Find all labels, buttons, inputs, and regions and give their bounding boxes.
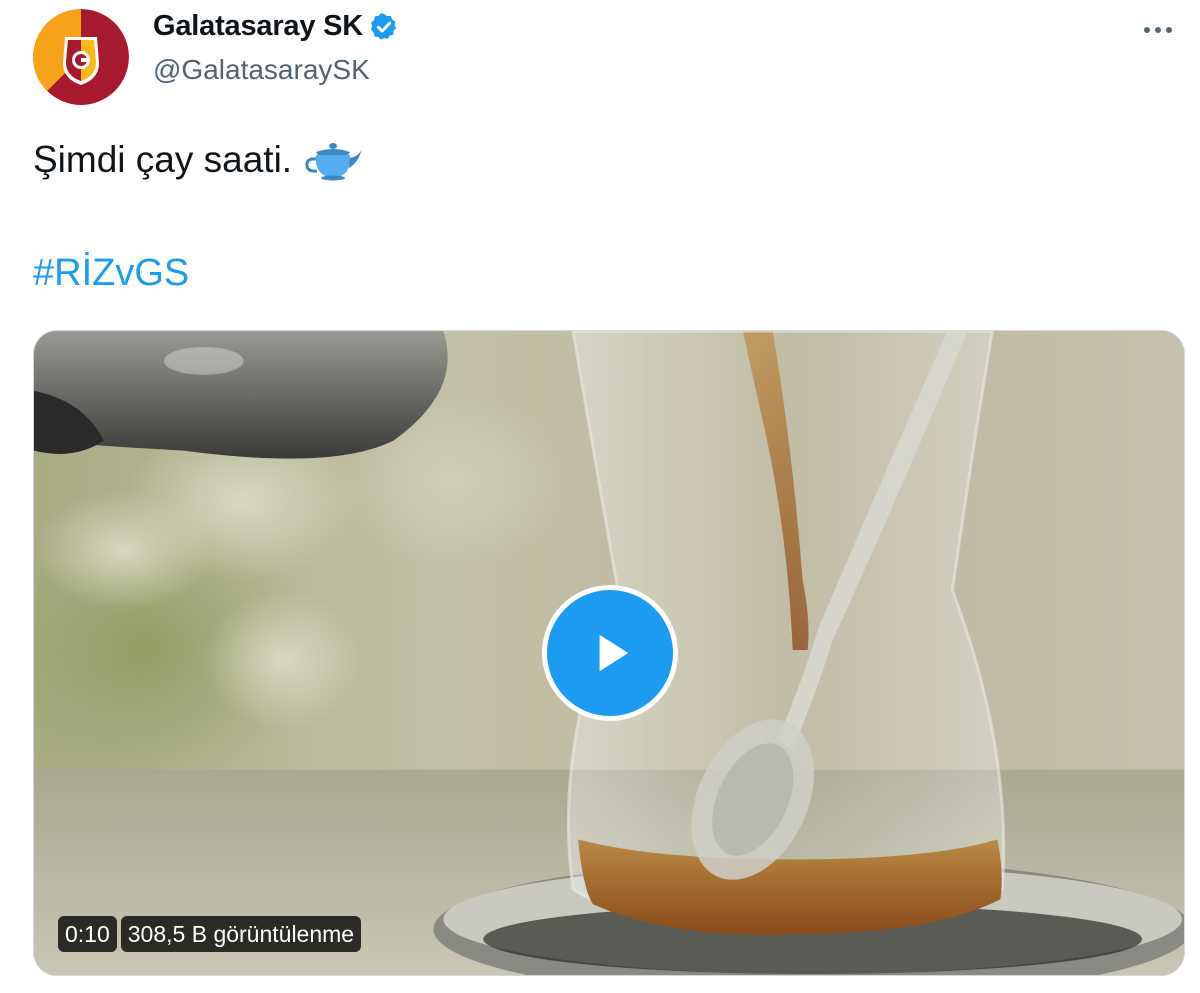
play-icon	[599, 634, 629, 672]
more-options-icon[interactable]	[1138, 20, 1178, 40]
play-button[interactable]	[542, 585, 678, 721]
more-dot	[1166, 27, 1172, 33]
teapot-icon	[305, 143, 363, 181]
galatasaray-logo-icon	[33, 9, 129, 105]
tweet-text-content: Şimdi çay saati.	[33, 139, 293, 180]
user-name-row[interactable]: Galatasaray SK	[153, 10, 399, 43]
display-name[interactable]: Galatasaray SK	[153, 10, 363, 43]
user-handle[interactable]: @GalatasaraySK	[153, 54, 370, 86]
more-dot	[1144, 27, 1150, 33]
avatar[interactable]	[33, 9, 129, 105]
view-count: 308,5 B görüntülenme	[120, 916, 362, 952]
verified-badge-icon	[371, 12, 397, 40]
video-info-overlay: 0:10 308,5 B görüntülenme	[58, 916, 362, 952]
video-duration: 0:10	[58, 916, 117, 952]
tweet-text: Şimdi çay saati.	[33, 138, 364, 182]
more-dot	[1155, 27, 1161, 33]
video-player[interactable]: 0:10 308,5 B görüntülenme	[33, 330, 1185, 976]
hashtag-link[interactable]: #RİZvGS	[33, 252, 189, 295]
